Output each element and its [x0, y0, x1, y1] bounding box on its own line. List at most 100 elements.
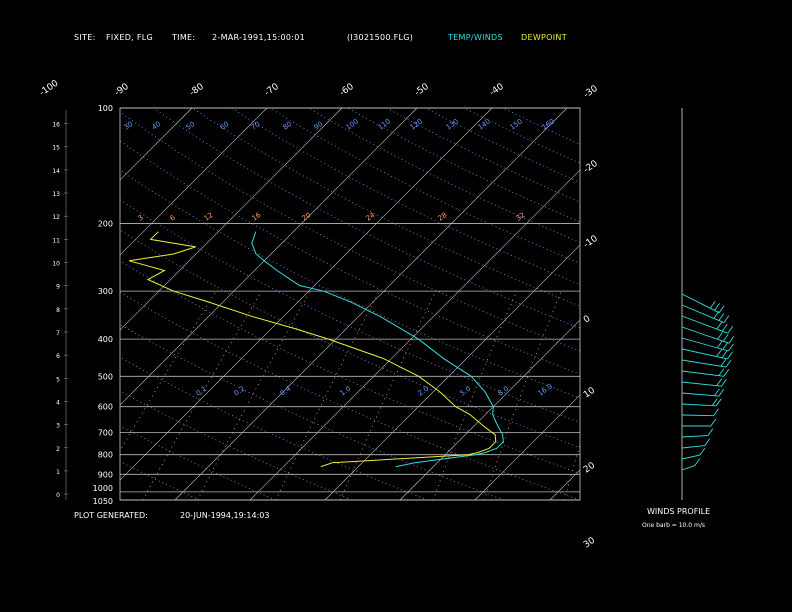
wind-barb-flag	[716, 378, 723, 386]
height-label: 5	[56, 376, 60, 383]
wind-barb-flag	[713, 408, 719, 416]
dry-adiabat	[120, 461, 200, 500]
dry-adiabat-label: 140	[477, 117, 493, 131]
pressure-label: 800	[98, 451, 113, 460]
wind-barb-shaft	[681, 337, 729, 352]
wind-barb-flag	[728, 343, 734, 352]
dry-adiabat-label: 70	[250, 120, 262, 132]
dry-adiabat	[464, 108, 580, 164]
wind-barb-shaft	[681, 403, 717, 407]
mixing-ratio-label: 20	[301, 211, 313, 223]
wind-barb-shaft	[681, 370, 724, 377]
dry-adiabat-label: 110	[377, 117, 393, 131]
isotherm-right-label: -30	[582, 84, 600, 101]
mixing-ratio-label: 6	[169, 213, 178, 222]
isotherm-line	[174, 108, 568, 500]
mixing-ratio-label: 32	[515, 211, 527, 223]
dry-adiabat	[120, 229, 580, 449]
height-label: 7	[56, 330, 60, 337]
wind-barb-flag	[710, 418, 717, 427]
height-label: 10	[52, 261, 60, 268]
dry-adiabat-label: 40	[151, 120, 163, 132]
wind-barb-shaft	[681, 435, 708, 438]
dry-adiabat-label: 150	[509, 117, 525, 131]
wind-barb-flag	[727, 325, 734, 334]
mixing-ratio-line	[275, 291, 380, 500]
winds-profile-title: WINDS PROFILE	[647, 507, 711, 516]
wind-barb-flag	[723, 369, 730, 377]
height-label: 2	[56, 446, 60, 453]
mixing-ratio-label: 16	[251, 211, 263, 223]
wind-barb-flag	[694, 458, 701, 466]
wind-barb-flag	[722, 334, 729, 342]
wind-barb-flag	[727, 351, 733, 360]
dry-adiabat-label: 90	[313, 120, 325, 132]
plot-generated-value: 20-JUN-1994,19:14:03	[180, 511, 270, 520]
height-label: 12	[52, 214, 60, 221]
height-label: 14	[52, 168, 60, 175]
pressure-label: 1050	[93, 497, 113, 506]
wind-barb-flag	[723, 315, 730, 323]
pressure-label: 500	[98, 372, 113, 381]
wind-barb-flag	[721, 378, 727, 387]
height-label: 11	[52, 237, 60, 244]
wind-barb-shaft	[681, 326, 729, 344]
isotherm-top-label: -80	[188, 82, 206, 99]
isotherm-line	[120, 108, 493, 481]
dry-adiabat-label: 50	[185, 120, 197, 132]
dry-adiabat	[120, 199, 580, 423]
wind-barb-shaft	[681, 359, 727, 368]
dry-adiabat	[120, 291, 580, 500]
isotherm-right-label: -10	[582, 234, 600, 251]
height-label: 9	[56, 284, 60, 291]
wind-barb-shaft	[681, 315, 728, 334]
height-label: 13	[52, 191, 60, 198]
pressure-label: 100	[98, 104, 113, 113]
mixing-ratio-lower-label: 0.1	[195, 385, 209, 398]
plot-generated-label: PLOT GENERATED:	[74, 511, 148, 520]
isotherm-line	[120, 108, 193, 181]
dry-adiabat	[120, 323, 504, 500]
isotherm-right-label: -20	[582, 159, 600, 176]
isotherm-line	[120, 108, 418, 406]
wind-barb-flag	[728, 335, 735, 344]
mixing-ratio-line	[483, 291, 562, 500]
mixing-ratio-lower-label: 16.0	[537, 382, 554, 397]
isotherm-line	[120, 108, 343, 331]
height-label: 0	[56, 492, 60, 499]
height-label: 4	[56, 399, 60, 406]
mixing-ratio-label: 24	[365, 211, 377, 223]
wind-barb-flag	[716, 349, 722, 357]
wind-barb-shaft	[681, 465, 695, 471]
dry-adiabat	[120, 260, 580, 474]
dry-adiabat	[347, 108, 580, 223]
dry-adiabat	[153, 108, 580, 329]
isotherm-right-label: 10	[582, 386, 597, 401]
wind-barb-shaft	[681, 445, 705, 449]
isotherm-line	[324, 244, 580, 500]
pressure-label: 700	[98, 428, 113, 437]
wind-barb-flag	[709, 300, 716, 309]
isotherm-right-label: 30	[582, 536, 597, 551]
skew-t-diagram: 1002003004005006007008009001000105001234…	[38, 78, 792, 551]
dry-adiabat-label: 30	[123, 120, 135, 132]
winds-profile-note: One barb = 10.0 m/s	[642, 522, 705, 529]
mixing-ratio-lower-label: 1.0	[339, 385, 353, 398]
wind-barb-flag	[718, 305, 725, 313]
wind-barb-flag	[725, 359, 732, 368]
mixing-ratio-label: 28	[437, 211, 449, 223]
wind-barb-shaft	[681, 414, 714, 417]
mixing-ratio-lower-label: 5.0	[459, 385, 473, 398]
dry-adiabat	[120, 390, 352, 500]
pressure-label: 400	[98, 335, 113, 344]
wind-barb-flag	[718, 388, 725, 397]
wind-barb-flag	[715, 398, 722, 407]
wind-barb-shaft	[681, 392, 719, 397]
wind-barb-flag	[721, 323, 728, 332]
dry-adiabat	[425, 108, 580, 183]
wind-barb-flag	[714, 388, 720, 396]
wind-barb-flag	[714, 303, 720, 311]
dewpoint-curve	[129, 231, 497, 468]
isotherm-line	[700, 108, 792, 500]
mixing-ratio-line	[197, 291, 311, 500]
